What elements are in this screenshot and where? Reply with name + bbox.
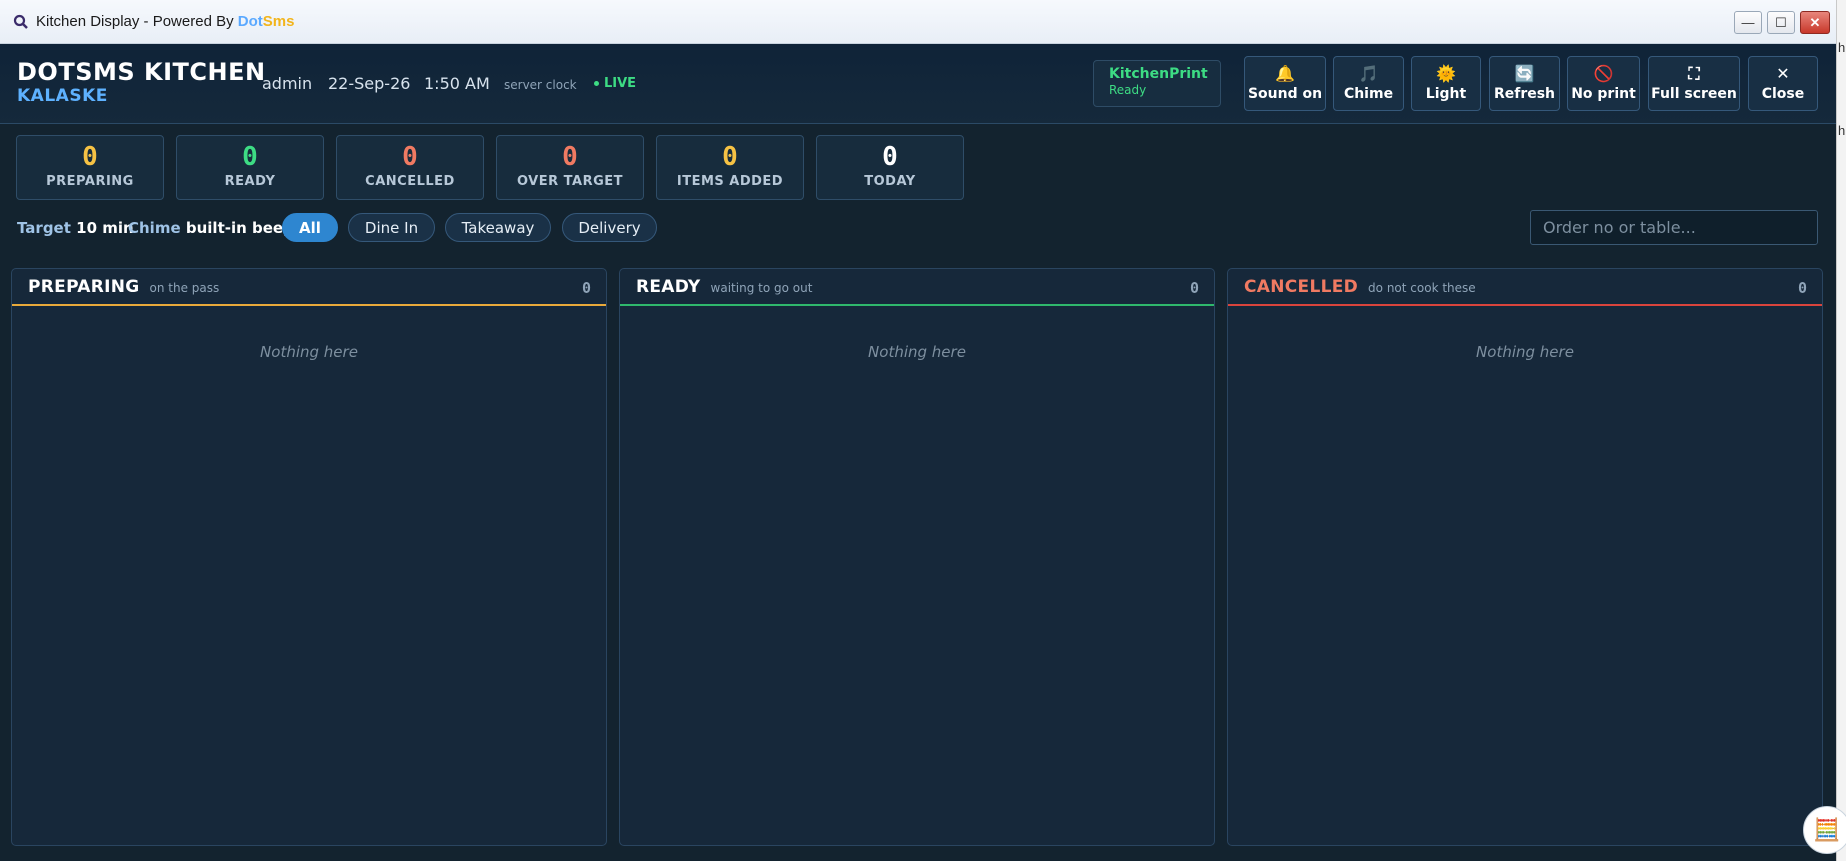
- chime-button[interactable]: 🎵 Chime: [1333, 56, 1404, 111]
- abacus-icon: 🧮: [1813, 817, 1841, 843]
- column-title: PREPARING: [28, 276, 140, 297]
- background-window-edge: h h: [1836, 0, 1846, 861]
- current-date: 22-Sep-26: [328, 74, 411, 93]
- column-header: READY waiting to go out 0: [620, 269, 1214, 306]
- stat-label: READY: [224, 174, 276, 189]
- filter-dine-in[interactable]: Dine In: [348, 213, 435, 242]
- no-print-button[interactable]: 🚫 No print: [1567, 56, 1640, 111]
- sound-label: Sound on: [1247, 86, 1323, 102]
- refresh-button[interactable]: 🔄 Refresh: [1489, 56, 1560, 111]
- sun-icon: 🌞: [1436, 64, 1456, 83]
- stat-cancelled: 0 CANCELLED: [336, 135, 484, 200]
- column-count: 0: [1189, 279, 1199, 297]
- window-maximize-button[interactable]: ☐: [1767, 11, 1795, 34]
- column-cancelled: CANCELLED do not cook these 0 Nothing he…: [1227, 268, 1823, 846]
- search-app-icon: [13, 14, 28, 29]
- brand-sms: Sms: [262, 13, 295, 30]
- printer-name: KitchenPrint: [1109, 66, 1208, 82]
- branch-name: KALASKE: [17, 86, 108, 106]
- current-time: 1:50 AM: [424, 74, 490, 93]
- order-search-input[interactable]: [1530, 210, 1818, 245]
- window-close-button[interactable]: ✕: [1800, 11, 1830, 34]
- column-subtitle: do not cook these: [1368, 281, 1476, 295]
- empty-message: Nothing here: [260, 343, 358, 361]
- stat-label: OVER TARGET: [516, 174, 624, 189]
- stat-today: 0 TODAY: [816, 135, 964, 200]
- stat-label: PREPARING: [46, 174, 134, 189]
- column-subtitle: waiting to go out: [710, 281, 813, 295]
- stat-label: CANCELLED: [365, 174, 455, 189]
- stat-items-added: 0 ITEMS ADDED: [656, 135, 804, 200]
- no-print-label: No print: [1571, 86, 1636, 102]
- window-title: Kitchen Display - Powered By DotSms: [36, 13, 295, 30]
- brand-dot: Dot: [237, 13, 263, 30]
- calculator-fab-button[interactable]: 🧮: [1803, 806, 1846, 854]
- close-button[interactable]: ✕ Close: [1748, 56, 1818, 111]
- chime-label: Chime: [1343, 86, 1394, 102]
- stat-ready: 0 READY: [176, 135, 324, 200]
- column-ready: READY waiting to go out 0 Nothing here: [619, 268, 1215, 846]
- stat-value: 0: [562, 142, 578, 172]
- light-label: Light: [1425, 86, 1467, 102]
- live-indicator: LIVE: [594, 76, 636, 91]
- column-header: CANCELLED do not cook these 0: [1228, 269, 1822, 306]
- column-count: 0: [1797, 279, 1807, 297]
- column-title: READY: [636, 276, 701, 297]
- printer-status: Ready: [1109, 83, 1147, 97]
- target-value: 10 min: [76, 219, 134, 237]
- stat-value: 0: [882, 142, 898, 172]
- column-header: PREPARING on the pass 0: [12, 269, 606, 306]
- live-dot-icon: [594, 81, 599, 86]
- filter-all[interactable]: All: [282, 213, 338, 242]
- fullscreen-icon: ⛶: [1688, 64, 1700, 83]
- kitchen-name: DOTSMS KITCHEN: [17, 58, 266, 86]
- column-count: 0: [581, 279, 591, 297]
- filter-takeaway[interactable]: Takeaway: [445, 213, 551, 242]
- chime-value: built-in beep: [185, 219, 294, 237]
- refresh-label: Refresh: [1493, 86, 1556, 102]
- stat-value: 0: [402, 142, 418, 172]
- full-screen-label: Full screen: [1651, 86, 1737, 102]
- close-icon: ✕: [1776, 64, 1790, 83]
- kitchen-display-app: DOTSMS KITCHEN KALASKE admin 22-Sep-26 1…: [0, 44, 1836, 861]
- server-clock-label: server clock: [504, 78, 577, 92]
- window-titlebar: Kitchen Display - Powered By DotSms — ☐ …: [0, 0, 1836, 44]
- app-header: DOTSMS KITCHEN KALASKE admin 22-Sep-26 1…: [0, 44, 1836, 124]
- refresh-icon: 🔄: [1514, 64, 1535, 83]
- close-label: Close: [1761, 86, 1805, 102]
- column-title: CANCELLED: [1244, 276, 1359, 297]
- edge-text: h: [1838, 40, 1846, 55]
- column-subtitle: on the pass: [149, 281, 220, 295]
- stat-value: 0: [242, 142, 258, 172]
- window-minimize-button[interactable]: —: [1734, 11, 1762, 34]
- prohibited-icon: 🚫: [1593, 64, 1614, 83]
- printer-status-card: KitchenPrint Ready: [1093, 60, 1221, 107]
- sound-toggle-button[interactable]: 🔔 Sound on: [1244, 56, 1326, 111]
- current-user: admin: [262, 74, 313, 93]
- stat-label: ITEMS ADDED: [676, 174, 784, 189]
- stat-preparing: 0 PREPARING: [16, 135, 164, 200]
- full-screen-button[interactable]: ⛶ Full screen: [1648, 56, 1740, 111]
- chime-setting: Chime built-in beep: [128, 219, 294, 237]
- light-theme-button[interactable]: 🌞 Light: [1411, 56, 1481, 111]
- stat-value: 0: [722, 142, 738, 172]
- bell-icon: 🔔: [1275, 64, 1295, 83]
- stat-label: TODAY: [864, 174, 916, 189]
- edge-text: h: [1838, 123, 1846, 138]
- music-note-icon: 🎵: [1358, 64, 1379, 83]
- empty-message: Nothing here: [1476, 343, 1574, 361]
- column-preparing: PREPARING on the pass 0 Nothing here: [11, 268, 607, 846]
- stat-over-target: 0 OVER TARGET: [496, 135, 644, 200]
- target-time: Target 10 min: [17, 219, 134, 237]
- empty-message: Nothing here: [868, 343, 966, 361]
- stat-value: 0: [82, 142, 98, 172]
- filter-delivery[interactable]: Delivery: [562, 213, 657, 242]
